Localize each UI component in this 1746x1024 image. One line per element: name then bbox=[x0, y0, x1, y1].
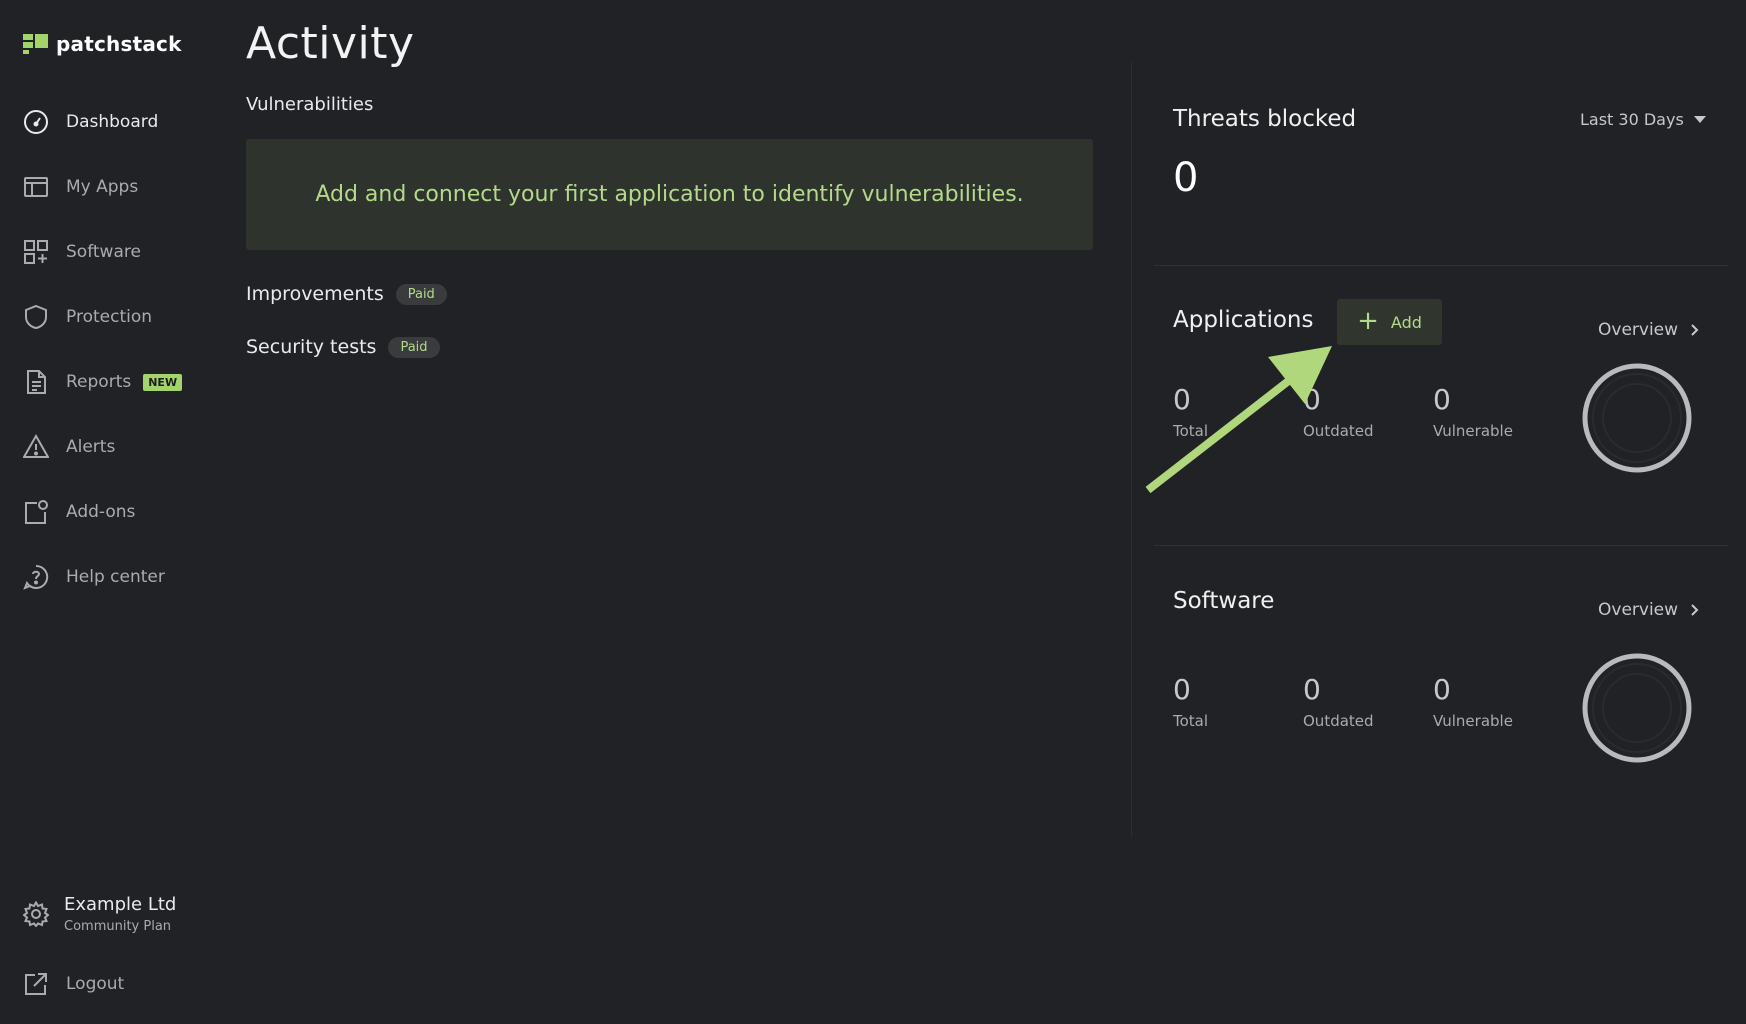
sidebar-item-label: My Apps bbox=[66, 177, 139, 197]
horizontal-divider bbox=[1154, 265, 1728, 266]
applications-outdated: 0 Outdated bbox=[1303, 383, 1374, 440]
stat-label: Outdated bbox=[1303, 422, 1374, 440]
plus-icon: + bbox=[1357, 305, 1379, 336]
new-badge: NEW bbox=[143, 373, 183, 391]
vertical-divider bbox=[1131, 62, 1132, 837]
shield-icon bbox=[22, 303, 50, 331]
applications-overview-link[interactable]: Overview bbox=[1598, 320, 1700, 340]
stat-label: Vulnerable bbox=[1433, 422, 1513, 440]
sidebar-item-protection[interactable]: Protection bbox=[22, 297, 222, 337]
threats-title: Threats blocked bbox=[1173, 106, 1357, 132]
add-application-button[interactable]: + Add bbox=[1337, 299, 1442, 345]
horizontal-divider bbox=[1154, 545, 1728, 546]
sidebar-item-add-ons[interactable]: Add-ons bbox=[22, 492, 222, 532]
software-vulnerable: 0 Vulnerable bbox=[1433, 673, 1513, 730]
sidebar-item-label: Add-ons bbox=[66, 502, 136, 522]
gear-icon bbox=[22, 900, 50, 928]
software-title: Software bbox=[1173, 588, 1275, 614]
overview-label: Overview bbox=[1598, 320, 1679, 340]
organization-switcher[interactable]: Example Ltd Community Plan bbox=[22, 894, 176, 934]
logout-label: Logout bbox=[66, 974, 125, 994]
page-title: Activity bbox=[246, 18, 415, 69]
software-donut-chart bbox=[1582, 653, 1692, 763]
sidebar-item-software[interactable]: Software bbox=[22, 232, 222, 272]
sidebar-item-label: Dashboard bbox=[66, 112, 159, 132]
date-range-value: Last 30 Days bbox=[1580, 110, 1684, 129]
improvements-row[interactable]: Improvements Paid bbox=[246, 283, 447, 305]
software-total: 0 Total bbox=[1173, 673, 1208, 730]
stat-label: Outdated bbox=[1303, 712, 1374, 730]
stat-value: 0 bbox=[1433, 673, 1451, 706]
stat-value: 0 bbox=[1173, 383, 1191, 416]
software-overview-link[interactable]: Overview bbox=[1598, 600, 1700, 620]
stat-label: Total bbox=[1173, 422, 1209, 440]
applications-total: 0 Total bbox=[1173, 383, 1208, 440]
sidebar-item-label: Alerts bbox=[66, 437, 116, 457]
grid-plus-icon bbox=[22, 238, 50, 266]
external-link-icon bbox=[22, 970, 50, 998]
chevron-right-icon bbox=[1691, 324, 1699, 336]
sidebar-item-label: Software bbox=[66, 242, 141, 262]
stat-value: 0 bbox=[1173, 673, 1191, 706]
stat-label: Total bbox=[1173, 712, 1209, 730]
threats-count: 0 bbox=[1173, 155, 1199, 201]
addon-icon bbox=[22, 498, 50, 526]
brand-name: patchstack bbox=[56, 32, 182, 56]
sidebar-item-help-center[interactable]: Help center bbox=[22, 557, 222, 597]
applications-title: Applications bbox=[1173, 307, 1314, 333]
paid-badge: Paid bbox=[395, 283, 447, 305]
add-label: Add bbox=[1390, 312, 1422, 332]
applications-vulnerable: 0 Vulnerable bbox=[1433, 383, 1513, 440]
patchstack-logo[interactable]: patchstack bbox=[23, 32, 182, 56]
sidebar-item-alerts[interactable]: Alerts bbox=[22, 427, 222, 467]
stat-value: 0 bbox=[1303, 673, 1321, 706]
layout-icon bbox=[22, 173, 50, 201]
security-tests-label: Security tests bbox=[246, 336, 377, 358]
sidebar-item-label: Help center bbox=[66, 567, 165, 587]
sidebar-item-label: Protection bbox=[66, 307, 153, 327]
gauge-icon bbox=[22, 108, 50, 136]
applications-donut-chart bbox=[1582, 363, 1692, 473]
sidebar-item-label: Reports bbox=[66, 372, 132, 392]
document-icon bbox=[22, 368, 50, 396]
sidebar-item-reports[interactable]: Reports NEW bbox=[22, 362, 222, 402]
empty-state-message: Add and connect your first application t… bbox=[315, 182, 1024, 207]
org-plan: Community Plan bbox=[64, 919, 172, 934]
stat-label: Vulnerable bbox=[1433, 712, 1513, 730]
paid-badge: Paid bbox=[388, 336, 440, 358]
warning-icon bbox=[22, 433, 50, 461]
date-range-select[interactable]: Last 30 Days bbox=[1580, 110, 1706, 129]
improvements-label: Improvements bbox=[246, 283, 384, 305]
software-outdated: 0 Outdated bbox=[1303, 673, 1374, 730]
overview-label: Overview bbox=[1598, 600, 1679, 620]
help-icon bbox=[22, 563, 50, 591]
logout-button[interactable]: Logout bbox=[22, 964, 222, 1004]
sidebar-item-my-apps[interactable]: My Apps bbox=[22, 167, 222, 207]
vulnerabilities-empty-state: Add and connect your first application t… bbox=[246, 139, 1093, 250]
stat-value: 0 bbox=[1303, 383, 1321, 416]
caret-down-icon bbox=[1693, 116, 1706, 123]
stat-value: 0 bbox=[1433, 383, 1451, 416]
logo-mark-icon bbox=[23, 34, 48, 54]
sidebar-item-dashboard[interactable]: Dashboard bbox=[22, 102, 222, 142]
chevron-right-icon bbox=[1691, 604, 1699, 616]
sidebar: patchstack Dashboard My Apps Software Pr… bbox=[0, 0, 230, 1024]
security-tests-row[interactable]: Security tests Paid bbox=[246, 336, 440, 358]
vulnerabilities-heading: Vulnerabilities bbox=[246, 94, 374, 115]
org-name: Example Ltd bbox=[64, 894, 177, 915]
